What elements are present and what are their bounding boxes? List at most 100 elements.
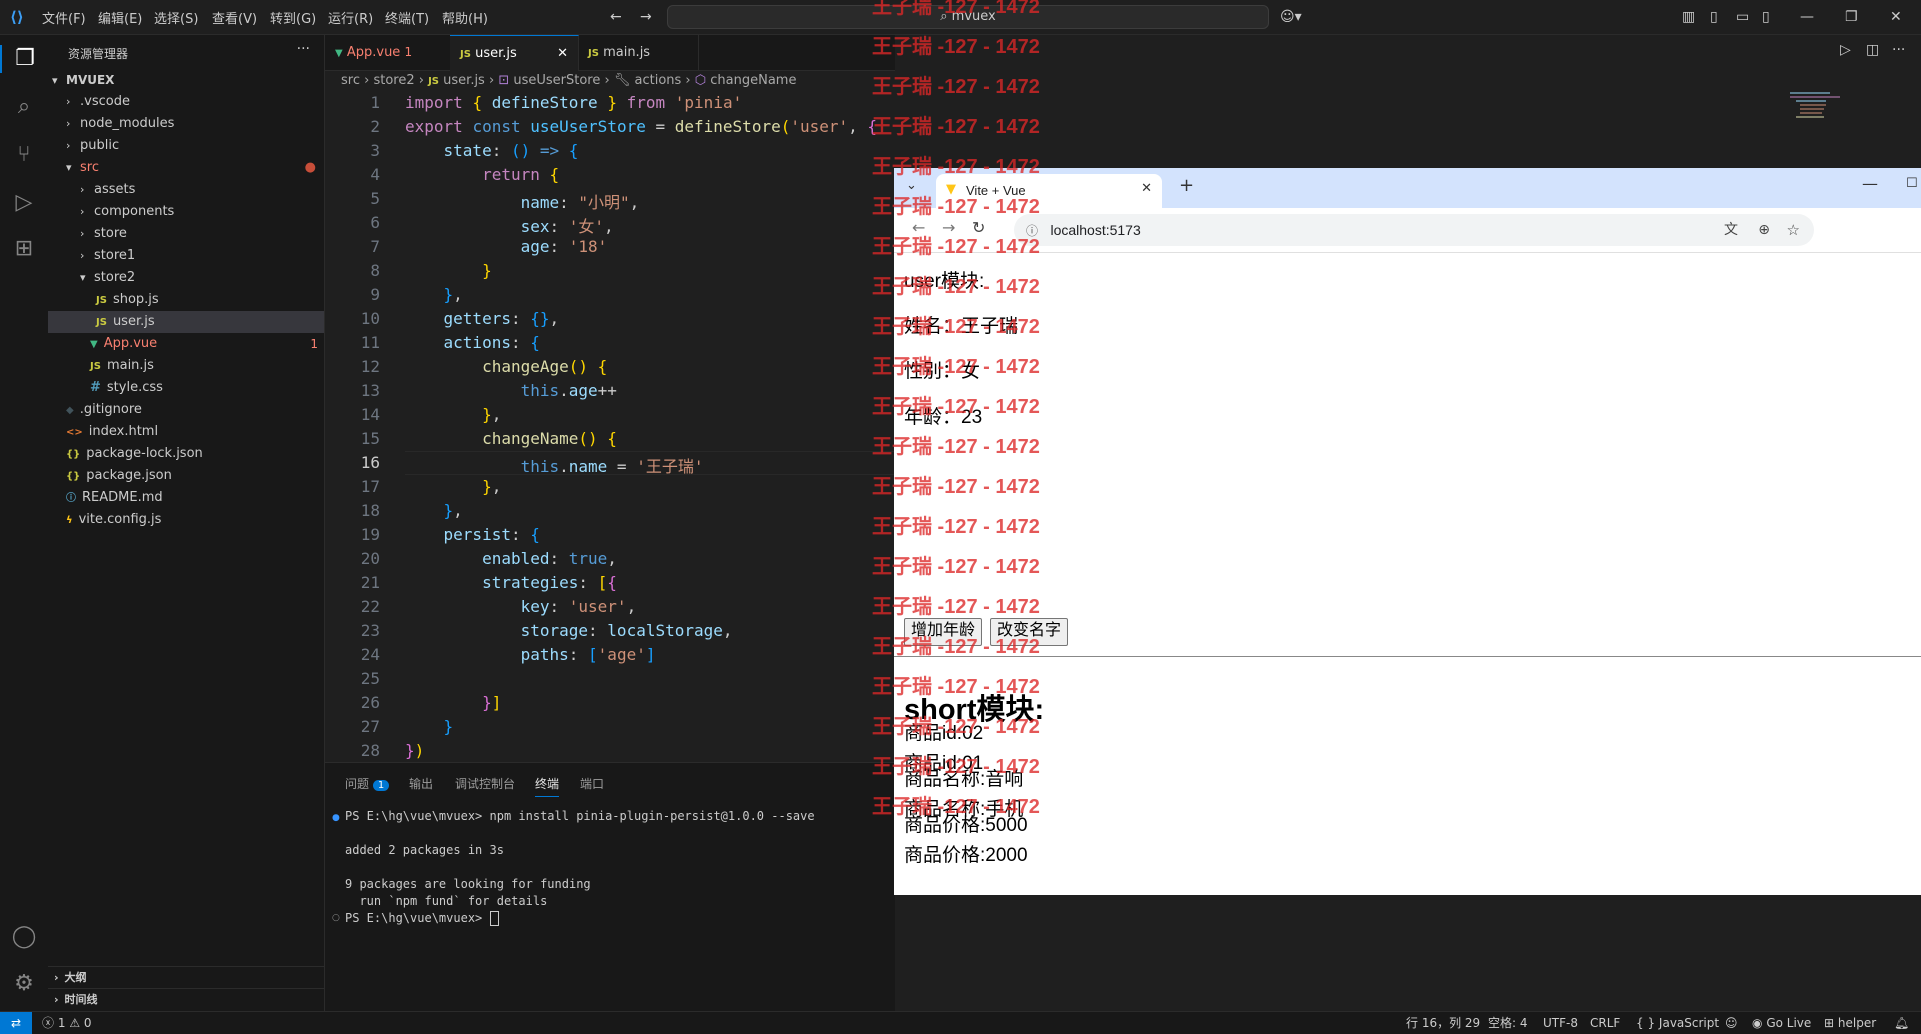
tab-main-js[interactable]: JS main.js: [578, 35, 699, 70]
close-tab-icon[interactable]: ✕: [1141, 181, 1152, 196]
tree-folder-components[interactable]: › components: [80, 201, 174, 223]
url-field[interactable]: ⓘ localhost:5173 文 ⊕ ☆: [1014, 214, 1814, 246]
tree-file-user-js[interactable]: JS user.js: [48, 311, 324, 333]
tree-folder-store[interactable]: › store: [80, 223, 127, 245]
menu-run[interactable]: 运行(R): [328, 8, 373, 27]
tree-file-index-html[interactable]: <> index.html: [66, 421, 158, 443]
language-status[interactable]: { } JavaScript: [1636, 1012, 1719, 1034]
tree-file-readme-md[interactable]: ⓘ README.md: [66, 487, 163, 509]
browser-tab-strip: ⌄ ▼ Vite + Vue ✕ + — ☐: [894, 168, 1921, 208]
forward-arrow-icon[interactable]: →: [640, 9, 652, 25]
tree-folder-public[interactable]: › public: [66, 135, 119, 157]
watermark-text: 王子瑞 -127 - 1472: [872, 756, 1040, 778]
remote-indicator-icon[interactable]: ⇄: [0, 1012, 32, 1034]
new-tab-icon[interactable]: +: [1179, 175, 1194, 196]
customize-layout-icon[interactable]: ▥: [1682, 9, 1695, 25]
run-file-icon[interactable]: ▷: [1840, 42, 1851, 58]
copilot-icon[interactable]: ☺▾: [1280, 9, 1302, 25]
tab-problems[interactable]: 问题 1: [345, 775, 390, 792]
split-editor-icon[interactable]: ◫: [1866, 42, 1879, 58]
tree-folder-node-modules[interactable]: › node_modules: [66, 113, 174, 135]
tree-file-app-vue[interactable]: ▼ App.vue 1: [90, 333, 318, 355]
tree-file-style-css[interactable]: # style.css: [90, 377, 163, 399]
indentation-status[interactable]: 空格: 4: [1488, 1012, 1528, 1034]
breadcrumb-item[interactable]: changeName: [710, 73, 796, 88]
menu-file[interactable]: 文件(F): [42, 8, 86, 27]
watermark-text: 王子瑞 -127 - 1472: [872, 76, 1040, 98]
watermark-text: 王子瑞 -127 - 1472: [872, 516, 1040, 538]
tab-ports[interactable]: 端口: [580, 775, 604, 792]
minimap[interactable]: [1790, 90, 1850, 140]
helper-status[interactable]: ⊞ helper: [1824, 1012, 1876, 1034]
toggle-panel-icon[interactable]: ▭: [1736, 9, 1749, 25]
close-icon[interactable]: ✕: [1890, 9, 1902, 25]
tree-file-package-json[interactable]: {} package.json: [66, 465, 172, 487]
account-icon[interactable]: ◯: [10, 923, 38, 951]
tree-file-vite-config-js[interactable]: ϟ vite.config.js: [66, 509, 161, 531]
editor-more-icon[interactable]: ···: [1892, 42, 1905, 58]
tree-file-shop-js[interactable]: JS shop.js: [48, 289, 324, 311]
bookmark-star-icon[interactable]: ☆: [1787, 214, 1800, 246]
outline-section[interactable]: › 大纲: [48, 966, 324, 989]
breadcrumb-item[interactable]: store2: [373, 73, 414, 88]
extensions-icon[interactable]: ⊞: [10, 235, 38, 263]
tab-terminal[interactable]: 终端: [535, 775, 560, 797]
terminal-input-line[interactable]: PS E:\hg\vue\mvuex>: [345, 911, 499, 926]
menu-edit[interactable]: 编辑(E): [98, 8, 142, 27]
eol-status[interactable]: CRLF: [1590, 1012, 1620, 1034]
settings-gear-icon[interactable]: ⚙: [10, 970, 38, 998]
timeline-section[interactable]: › 时间线: [48, 988, 324, 1011]
menu-selection[interactable]: 选择(S): [154, 8, 198, 27]
tab-output[interactable]: 输出: [409, 775, 433, 792]
translate-icon[interactable]: 文: [1724, 214, 1738, 246]
toggle-sidebar-icon[interactable]: ▯: [1710, 9, 1718, 25]
tree-file-gitignore[interactable]: ◆ .gitignore: [66, 399, 142, 421]
run-debug-icon[interactable]: ▷: [10, 189, 38, 217]
back-arrow-icon[interactable]: ←: [610, 9, 622, 25]
breadcrumb-item[interactable]: actions: [635, 73, 682, 88]
explorer-root[interactable]: ▾ MVUEX: [52, 69, 114, 91]
menu-terminal[interactable]: 终端(T): [385, 8, 429, 27]
maximize-icon[interactable]: ☐: [1906, 176, 1918, 191]
breadcrumb-item[interactable]: useUserStore: [513, 73, 600, 88]
git-file-icon: ◆: [66, 405, 74, 416]
minimize-icon[interactable]: —: [1800, 9, 1814, 25]
tree-file-main-js[interactable]: JS main.js: [90, 355, 154, 377]
encoding-status[interactable]: UTF-8: [1543, 1012, 1578, 1034]
tab-user-js[interactable]: JS user.js ✕: [450, 35, 579, 71]
toggle-secondary-sidebar-icon[interactable]: ▯: [1762, 9, 1770, 25]
problems-status[interactable]: ⓧ 1 ⚠ 0: [42, 1012, 92, 1034]
code-editor[interactable]: 1 2 3 4 5 6 7 8 9 10 11 12 13 14 15 16 17 18 19 20 21 22 23 24 2…: [325, 92, 895, 760]
tab-app-vue[interactable]: ▼ App.vue 1: [325, 35, 451, 70]
minimize-icon[interactable]: —: [1862, 174, 1878, 193]
tab-debug-console[interactable]: 调试控制台: [455, 775, 515, 792]
menu-help[interactable]: 帮助(H): [442, 8, 488, 27]
source-control-icon[interactable]: ⑂: [10, 141, 38, 169]
tree-label: vite.config.js: [78, 512, 162, 527]
menu-goto[interactable]: 转到(G): [270, 8, 316, 27]
notifications-bell-icon[interactable]: 🔔︎: [1894, 1012, 1909, 1034]
cursor-position[interactable]: 行 16，列 29: [1406, 1012, 1480, 1034]
search-icon[interactable]: ⌕: [10, 93, 38, 121]
tree-folder-store2[interactable]: ▾ store2: [80, 267, 135, 289]
tree-folder-vscode[interactable]: › .vscode: [66, 91, 130, 113]
copilot-status-icon[interactable]: ☺: [1725, 1012, 1738, 1034]
restore-icon[interactable]: ❐: [1845, 9, 1858, 25]
html-file-icon: <>: [66, 427, 83, 438]
go-live-button[interactable]: ◉ Go Live: [1752, 1012, 1811, 1034]
tree-file-package-lock-json[interactable]: {} package-lock.json: [66, 443, 203, 465]
code-line: this.name = '王子瑞': [520, 457, 704, 476]
zoom-icon[interactable]: ⊕: [1758, 214, 1770, 246]
activity-bar: ❐ ⌕ ⑂ ▷ ⊞ ◯ ⚙: [0, 35, 49, 1011]
tree-folder-assets[interactable]: › assets: [80, 179, 135, 201]
tree-folder-src[interactable]: ▾ src ●: [66, 157, 316, 179]
tree-folder-store1[interactable]: › store1: [80, 245, 135, 267]
menu-view[interactable]: 查看(V): [212, 8, 257, 27]
line-number: 21: [360, 573, 380, 592]
breadcrumb-item[interactable]: user.js: [443, 73, 485, 88]
more-actions-icon[interactable]: ···: [297, 41, 310, 57]
close-tab-icon[interactable]: ✕: [557, 36, 568, 71]
breadcrumb-item[interactable]: src: [341, 73, 360, 88]
watermark-text: 王子瑞 -127 - 1472: [872, 676, 1040, 698]
explorer-icon[interactable]: ❐: [0, 45, 48, 73]
